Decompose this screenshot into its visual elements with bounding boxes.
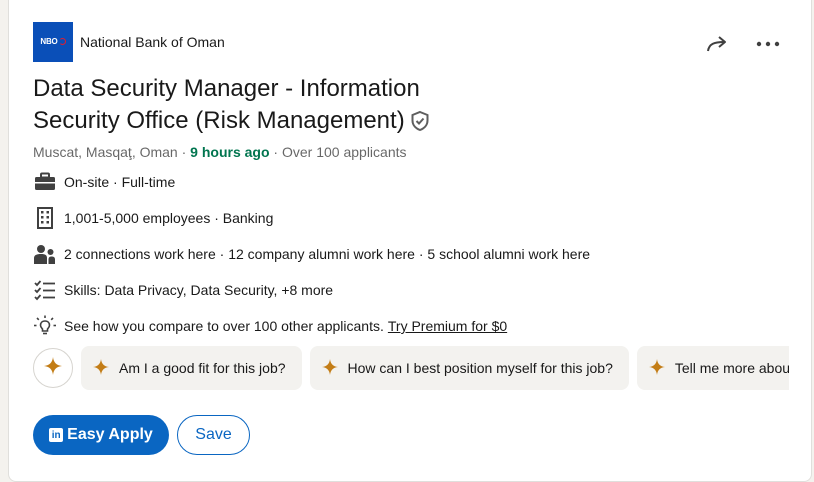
job-meta: Muscat, Masqaţ, Oman · 9 hours ago · Ove… [33,144,407,160]
insight-workplace: On-site · Full-time [33,171,175,193]
building-icon [33,206,57,230]
chip-label: Am I a good fit for this job? [119,360,286,376]
easy-apply-label: Easy Apply [67,426,153,443]
job-card: NBO National Bank of Oman Data Security … [8,0,812,482]
meta-separator: · [177,144,191,160]
save-button[interactable]: Save [177,415,250,455]
company-logo[interactable]: NBO [33,21,73,62]
easy-apply-button[interactable]: in Easy Apply [33,415,169,455]
checklist-icon [33,278,57,302]
sparkle-icon [44,356,62,380]
job-title[interactable]: Data Security Manager - Information Secu… [33,73,463,141]
sparkle-icon [93,358,109,378]
company-name[interactable]: National Bank of Oman [80,34,225,50]
people-icon [33,242,57,266]
insight-skills[interactable]: Skills: Data Privacy, Data Security, +8 … [33,279,333,301]
top-actions [705,31,781,57]
insight-text: Skills: Data Privacy, Data Security, +8 … [64,282,334,298]
chip-tell-me-more[interactable]: Tell me more about [636,346,789,390]
insight-company-size: 1,001-5,000 employees · Banking [33,207,273,229]
linkedin-icon: in [49,428,64,442]
sparkle-icon [321,358,338,378]
sparkle-icon [648,358,665,378]
insight-text: See how you compare to over 100 other ap… [64,318,384,334]
insight-connections[interactable]: 2 connections work here · 12 company alu… [33,243,590,265]
try-premium-link[interactable]: Try Premium for $0 [388,318,507,334]
posted-time: 9 hours ago [190,144,270,160]
job-location: Muscat, Masqaţ, Oman [33,144,178,160]
chip-good-fit[interactable]: Am I a good fit for this job? [81,346,302,390]
save-label: Save [195,426,232,443]
ai-prompt-chips: Am I a good fit for this job? How can I … [33,346,789,390]
share-icon[interactable] [705,31,731,57]
lightbulb-icon [33,314,57,338]
insight-text: 1,001-5,000 employees · Banking [64,210,274,226]
insight-premium: See how you compare to over 100 other ap… [33,315,507,337]
applicant-count: Over 100 applicants [281,144,407,160]
briefcase-icon [33,170,57,194]
insight-text: On-site · Full-time [64,174,176,190]
chip-label: Tell me more about [674,360,789,376]
more-options-icon[interactable] [755,31,781,57]
chip-label: How can I best position myself for this … [347,360,613,376]
meta-separator: · [269,144,282,160]
ai-assist-button[interactable] [33,348,73,388]
job-title-text: Data Security Manager - Information Secu… [33,75,420,134]
insight-text: 2 connections work here · 12 company alu… [64,246,591,262]
verified-shield-icon [409,109,431,141]
company-row: NBO National Bank of Oman [33,21,225,62]
chip-position-myself[interactable]: How can I best position myself for this … [309,346,629,390]
company-logo-text: NBO [40,37,58,46]
